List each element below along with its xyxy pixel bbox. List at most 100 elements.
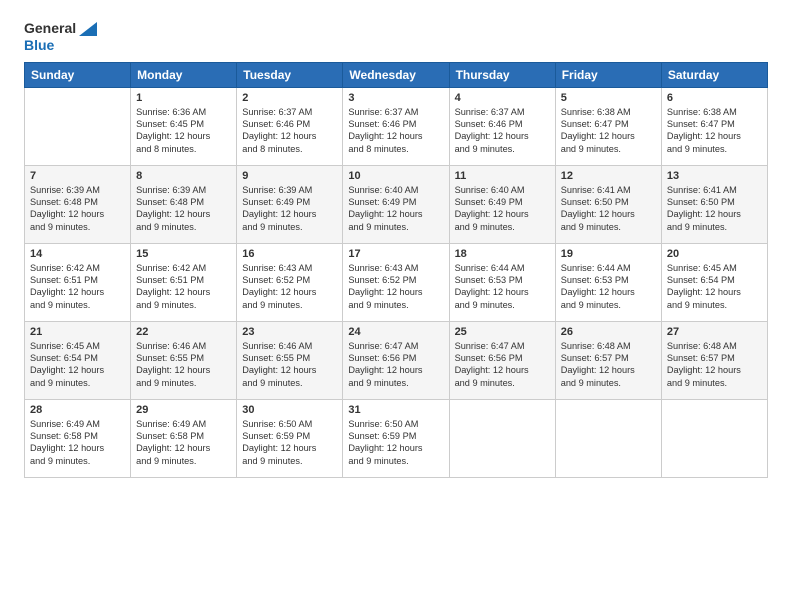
day-info: Sunrise: 6:41 AM Sunset: 6:50 PM Dayligh… xyxy=(667,184,762,234)
calendar-week-row: 7 Sunrise: 6:39 AM Sunset: 6:48 PM Daylig… xyxy=(25,165,768,243)
calendar-header-cell: Tuesday xyxy=(237,62,343,87)
day-info: Sunrise: 6:49 AM Sunset: 6:58 PM Dayligh… xyxy=(30,418,125,468)
day-number: 27 xyxy=(667,326,762,338)
calendar-cell: 29 Sunrise: 6:49 AM Sunset: 6:58 PM Dayli… xyxy=(131,399,237,477)
day-info: Sunrise: 6:44 AM Sunset: 6:53 PM Dayligh… xyxy=(561,262,656,312)
day-info: Sunrise: 6:38 AM Sunset: 6:47 PM Dayligh… xyxy=(561,106,656,156)
day-number: 11 xyxy=(455,170,550,182)
day-number: 13 xyxy=(667,170,762,182)
day-info: Sunrise: 6:44 AM Sunset: 6:53 PM Dayligh… xyxy=(455,262,550,312)
day-info: Sunrise: 6:45 AM Sunset: 6:54 PM Dayligh… xyxy=(667,262,762,312)
day-info: Sunrise: 6:39 AM Sunset: 6:49 PM Dayligh… xyxy=(242,184,337,234)
day-number: 5 xyxy=(561,92,656,104)
calendar-header-cell: Wednesday xyxy=(343,62,449,87)
page: General Blue SundayMondayTuesdayWednesda… xyxy=(0,0,792,612)
calendar-cell: 12Sunrise: 6:41 AM Sunset: 6:50 PM Dayli… xyxy=(555,165,661,243)
calendar-cell: 5 Sunrise: 6:38 AM Sunset: 6:47 PM Daylig… xyxy=(555,87,661,165)
logo: General Blue xyxy=(24,20,97,54)
logo-text: General Blue xyxy=(24,20,76,54)
day-info: Sunrise: 6:50 AM Sunset: 6:59 PM Dayligh… xyxy=(348,418,443,468)
calendar-cell: 30 Sunrise: 6:50 AM Sunset: 6:59 PM Dayli… xyxy=(237,399,343,477)
day-number: 29 xyxy=(136,404,231,416)
calendar-cell: 25Sunrise: 6:47 AM Sunset: 6:56 PM Dayli… xyxy=(449,321,555,399)
day-number: 31 xyxy=(348,404,443,416)
calendar-week-row: 21Sunrise: 6:45 AM Sunset: 6:54 PM Dayli… xyxy=(25,321,768,399)
day-number: 26 xyxy=(561,326,656,338)
day-info: Sunrise: 6:36 AM Sunset: 6:45 PM Dayligh… xyxy=(136,106,231,156)
day-number: 22 xyxy=(136,326,231,338)
calendar-week-row: 28 Sunrise: 6:49 AM Sunset: 6:58 PM Dayli… xyxy=(25,399,768,477)
day-info: Sunrise: 6:47 AM Sunset: 6:56 PM Dayligh… xyxy=(455,340,550,390)
calendar-cell: 26 Sunrise: 6:48 AM Sunset: 6:57 PM Dayli… xyxy=(555,321,661,399)
day-info: Sunrise: 6:39 AM Sunset: 6:48 PM Dayligh… xyxy=(136,184,231,234)
day-number: 1 xyxy=(136,92,231,104)
calendar-cell: 11 Sunrise: 6:40 AM Sunset: 6:49 PM Dayli… xyxy=(449,165,555,243)
calendar-cell: 28 Sunrise: 6:49 AM Sunset: 6:58 PM Dayli… xyxy=(25,399,131,477)
calendar-header-row: SundayMondayTuesdayWednesdayThursdayFrid… xyxy=(25,62,768,87)
calendar-cell: 7 Sunrise: 6:39 AM Sunset: 6:48 PM Daylig… xyxy=(25,165,131,243)
calendar-cell xyxy=(555,399,661,477)
day-info: Sunrise: 6:39 AM Sunset: 6:48 PM Dayligh… xyxy=(30,184,125,234)
calendar-cell: 9 Sunrise: 6:39 AM Sunset: 6:49 PM Daylig… xyxy=(237,165,343,243)
day-info: Sunrise: 6:50 AM Sunset: 6:59 PM Dayligh… xyxy=(242,418,337,468)
calendar-cell: 23Sunrise: 6:46 AM Sunset: 6:55 PM Dayli… xyxy=(237,321,343,399)
calendar-cell: 6 Sunrise: 6:38 AM Sunset: 6:47 PM Daylig… xyxy=(661,87,767,165)
day-info: Sunrise: 6:38 AM Sunset: 6:47 PM Dayligh… xyxy=(667,106,762,156)
calendar-week-row: 14Sunrise: 6:42 AM Sunset: 6:51 PM Dayli… xyxy=(25,243,768,321)
day-info: Sunrise: 6:48 AM Sunset: 6:57 PM Dayligh… xyxy=(667,340,762,390)
day-number: 15 xyxy=(136,248,231,260)
day-info: Sunrise: 6:40 AM Sunset: 6:49 PM Dayligh… xyxy=(455,184,550,234)
day-number: 30 xyxy=(242,404,337,416)
calendar-cell: 8 Sunrise: 6:39 AM Sunset: 6:48 PM Daylig… xyxy=(131,165,237,243)
day-number: 7 xyxy=(30,170,125,182)
calendar-header-cell: Monday xyxy=(131,62,237,87)
day-number: 3 xyxy=(348,92,443,104)
calendar-cell: 27 Sunrise: 6:48 AM Sunset: 6:57 PM Dayli… xyxy=(661,321,767,399)
calendar-cell: 15 Sunrise: 6:42 AM Sunset: 6:51 PM Dayli… xyxy=(131,243,237,321)
calendar-cell: 17 Sunrise: 6:43 AM Sunset: 6:52 PM Dayli… xyxy=(343,243,449,321)
calendar-cell: 21Sunrise: 6:45 AM Sunset: 6:54 PM Dayli… xyxy=(25,321,131,399)
day-info: Sunrise: 6:37 AM Sunset: 6:46 PM Dayligh… xyxy=(455,106,550,156)
day-info: Sunrise: 6:49 AM Sunset: 6:58 PM Dayligh… xyxy=(136,418,231,468)
day-number: 21 xyxy=(30,326,125,338)
day-info: Sunrise: 6:48 AM Sunset: 6:57 PM Dayligh… xyxy=(561,340,656,390)
calendar-cell: 3 Sunrise: 6:37 AM Sunset: 6:46 PM Daylig… xyxy=(343,87,449,165)
calendar-cell xyxy=(661,399,767,477)
calendar-body: 1 Sunrise: 6:36 AM Sunset: 6:45 PM Daylig… xyxy=(25,87,768,477)
day-number: 24 xyxy=(348,326,443,338)
calendar-header-cell: Friday xyxy=(555,62,661,87)
calendar-cell: 19 Sunrise: 6:44 AM Sunset: 6:53 PM Dayli… xyxy=(555,243,661,321)
day-number: 20 xyxy=(667,248,762,260)
calendar-cell: 2Sunrise: 6:37 AM Sunset: 6:46 PM Daylig… xyxy=(237,87,343,165)
day-info: Sunrise: 6:37 AM Sunset: 6:46 PM Dayligh… xyxy=(348,106,443,156)
logo-arrow-icon xyxy=(79,22,97,41)
day-number: 2 xyxy=(242,92,337,104)
header: General Blue xyxy=(24,20,768,54)
day-number: 28 xyxy=(30,404,125,416)
calendar-cell xyxy=(449,399,555,477)
calendar-cell: 1 Sunrise: 6:36 AM Sunset: 6:45 PM Daylig… xyxy=(131,87,237,165)
calendar-cell: 24Sunrise: 6:47 AM Sunset: 6:56 PM Dayli… xyxy=(343,321,449,399)
day-number: 16 xyxy=(242,248,337,260)
logo-container: General Blue xyxy=(24,20,97,54)
day-number: 17 xyxy=(348,248,443,260)
day-number: 19 xyxy=(561,248,656,260)
day-number: 12 xyxy=(561,170,656,182)
day-info: Sunrise: 6:40 AM Sunset: 6:49 PM Dayligh… xyxy=(348,184,443,234)
day-number: 4 xyxy=(455,92,550,104)
day-number: 8 xyxy=(136,170,231,182)
calendar-cell: 10 Sunrise: 6:40 AM Sunset: 6:49 PM Dayli… xyxy=(343,165,449,243)
calendar-week-row: 1 Sunrise: 6:36 AM Sunset: 6:45 PM Daylig… xyxy=(25,87,768,165)
day-info: Sunrise: 6:46 AM Sunset: 6:55 PM Dayligh… xyxy=(242,340,337,390)
day-info: Sunrise: 6:43 AM Sunset: 6:52 PM Dayligh… xyxy=(242,262,337,312)
day-number: 6 xyxy=(667,92,762,104)
calendar-cell: 22Sunrise: 6:46 AM Sunset: 6:55 PM Dayli… xyxy=(131,321,237,399)
calendar-cell: 31 Sunrise: 6:50 AM Sunset: 6:59 PM Dayli… xyxy=(343,399,449,477)
day-number: 9 xyxy=(242,170,337,182)
calendar-cell: 13 Sunrise: 6:41 AM Sunset: 6:50 PM Dayli… xyxy=(661,165,767,243)
day-number: 10 xyxy=(348,170,443,182)
calendar-header-cell: Sunday xyxy=(25,62,131,87)
day-info: Sunrise: 6:42 AM Sunset: 6:51 PM Dayligh… xyxy=(136,262,231,312)
calendar-cell: 16 Sunrise: 6:43 AM Sunset: 6:52 PM Dayli… xyxy=(237,243,343,321)
day-info: Sunrise: 6:43 AM Sunset: 6:52 PM Dayligh… xyxy=(348,262,443,312)
